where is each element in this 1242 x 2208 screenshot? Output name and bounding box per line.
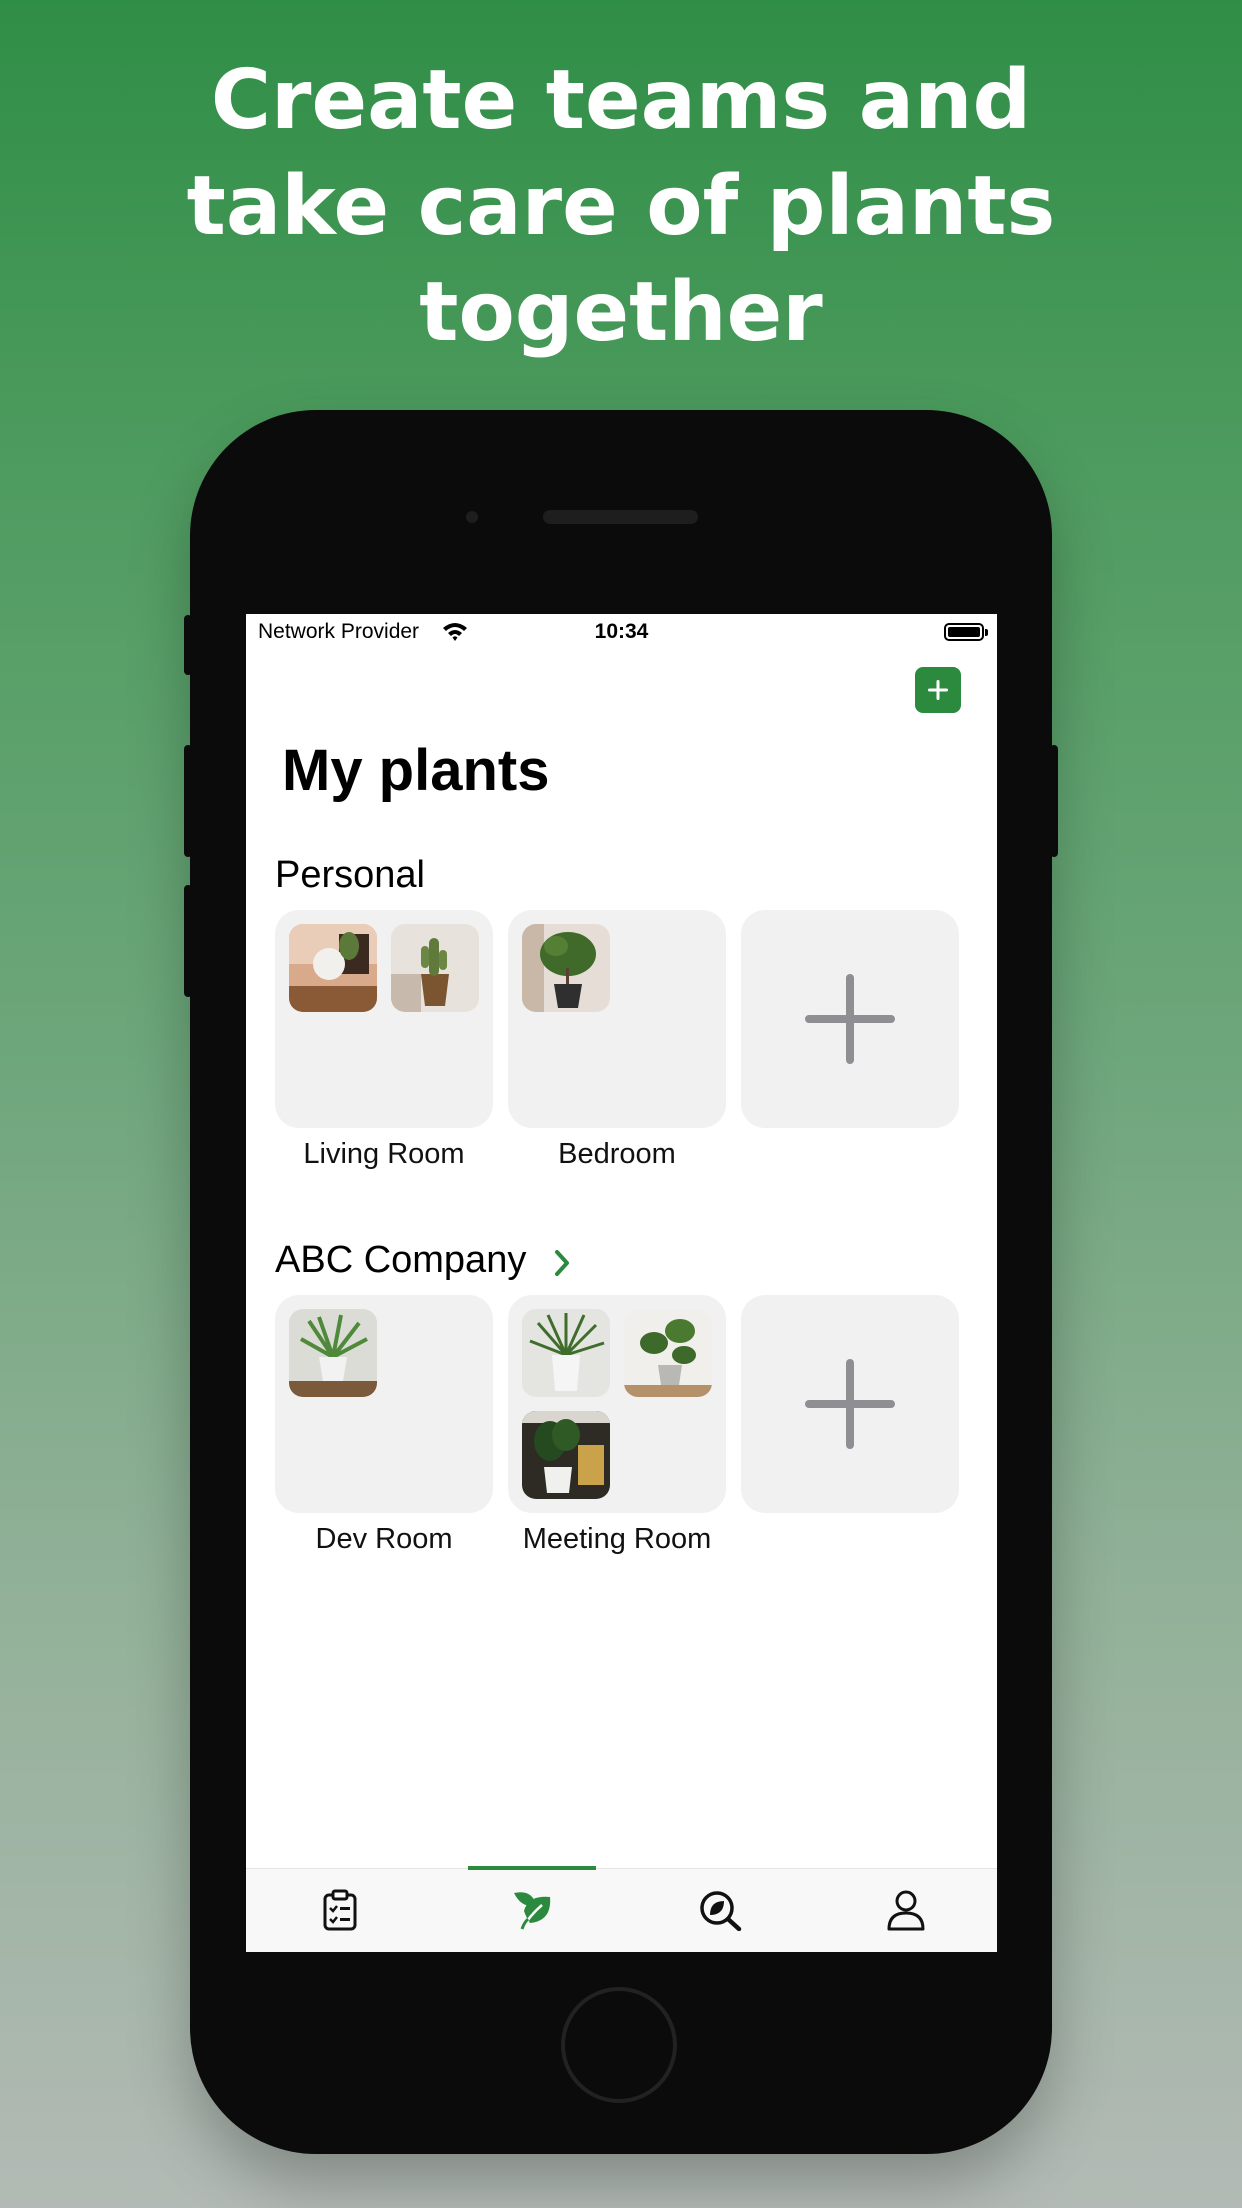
network-provider: Network Provider — [258, 620, 420, 643]
plant-photo — [522, 1411, 610, 1499]
status-bar: Network Provider 10:34 — [246, 614, 997, 654]
plus-icon — [805, 1359, 895, 1449]
tab-identify[interactable] — [622, 1869, 810, 1952]
battery-icon — [944, 623, 984, 641]
front-camera — [466, 511, 478, 523]
plant-photo — [391, 924, 479, 1012]
plus-icon — [928, 680, 948, 700]
phone-power-button — [1050, 745, 1058, 857]
wifi-icon — [443, 623, 467, 641]
promo-headline: Create teams and take care of plants tog… — [0, 48, 1242, 366]
room-label: Dev Room — [315, 1523, 453, 1555]
room-label: Meeting Room — [522, 1523, 712, 1555]
person-icon — [887, 1890, 925, 1931]
tab-bar — [246, 1868, 997, 1952]
room-card-living-room[interactable] — [275, 910, 493, 1128]
phone-mute-switch — [184, 615, 192, 675]
chevron-right-icon[interactable] — [553, 1249, 571, 1277]
page-title: My plants — [282, 738, 550, 803]
section-title-personal: Personal — [275, 854, 425, 896]
room-label: Living Room — [303, 1138, 465, 1170]
plant-photo — [289, 924, 377, 1012]
plus-icon — [805, 974, 895, 1064]
room-card-bedroom[interactable] — [508, 910, 726, 1128]
tab-plants[interactable] — [434, 1869, 622, 1952]
room-card-dev-room[interactable] — [275, 1295, 493, 1513]
plant-photo — [624, 1309, 712, 1397]
headline-line-2: take care of plants — [186, 159, 1056, 254]
phone-volume-down-button — [184, 885, 192, 997]
app-screen: Network Provider 10:34 My plants Persona… — [246, 614, 997, 1952]
plant-photo — [289, 1309, 377, 1397]
room-label: Bedroom — [558, 1138, 676, 1170]
add-room-button-abc-company[interactable] — [741, 1295, 959, 1513]
selected-tab-indicator — [468, 1866, 596, 1870]
battery-nub — [985, 629, 988, 636]
headline-line-3: together — [419, 265, 823, 360]
plant-photo — [522, 1309, 610, 1397]
add-plant-button[interactable] — [915, 667, 961, 713]
tab-tasks[interactable] — [246, 1869, 434, 1952]
earpiece-speaker — [543, 510, 698, 524]
add-room-button-personal[interactable] — [741, 910, 959, 1128]
search-leaf-icon — [700, 1891, 742, 1931]
tab-profile[interactable] — [810, 1869, 997, 1952]
phone-volume-up-button — [184, 745, 192, 857]
plant-photo — [522, 924, 610, 1012]
section-title-abc-company[interactable]: ABC Company — [275, 1239, 526, 1282]
room-card-meeting-room[interactable] — [508, 1295, 726, 1513]
headline-line-1: Create teams and — [210, 53, 1032, 148]
home-button[interactable] — [561, 1987, 677, 2103]
clipboard-checklist-icon — [323, 1889, 357, 1931]
leaf-icon — [514, 1892, 551, 1930]
